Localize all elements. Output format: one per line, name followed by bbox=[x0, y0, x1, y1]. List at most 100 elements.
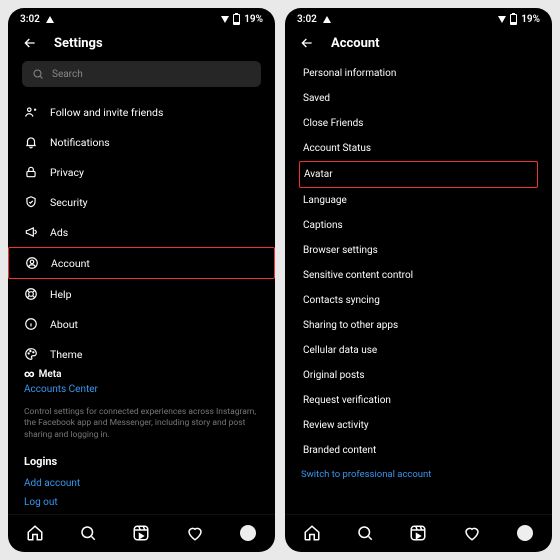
account-item-sensitive-content-control[interactable]: Sensitive content control bbox=[285, 263, 552, 288]
account-item-branded-content[interactable]: Branded content bbox=[285, 438, 552, 463]
battery-icon bbox=[233, 14, 240, 25]
item-label: Notifications bbox=[50, 136, 110, 149]
account-item-close-friends[interactable]: Close Friends bbox=[285, 111, 552, 136]
account-item-language[interactable]: Language bbox=[285, 188, 552, 213]
meta-logo: ∞Meta bbox=[24, 369, 259, 380]
account-item-avatar[interactable]: Avatar bbox=[299, 161, 538, 188]
account-item-cellular-data-use[interactable]: Cellular data use bbox=[285, 338, 552, 363]
shield-icon bbox=[24, 195, 38, 209]
header: Account bbox=[285, 29, 552, 61]
item-label: Review activity bbox=[303, 420, 369, 431]
item-label: Avatar bbox=[304, 169, 333, 180]
status-bar: 3:02 19% bbox=[285, 8, 552, 29]
search-placeholder: Search bbox=[52, 69, 83, 80]
back-icon[interactable] bbox=[22, 35, 38, 51]
item-label: Personal information bbox=[303, 68, 396, 79]
item-label: Saved bbox=[303, 93, 330, 104]
phone-account: 3:02 19% Account Personal information Sav… bbox=[285, 8, 552, 552]
bottom-nav bbox=[8, 514, 275, 552]
account-item-contacts-syncing[interactable]: Contacts syncing bbox=[285, 288, 552, 313]
activity-icon[interactable] bbox=[463, 524, 481, 542]
settings-item-about[interactable]: About bbox=[8, 309, 275, 339]
settings-item-account[interactable]: Account bbox=[8, 247, 275, 279]
account-list: Personal information Saved Close Friends Ac… bbox=[285, 61, 552, 514]
accounts-center-link[interactable]: Accounts Center bbox=[24, 380, 259, 399]
status-bar: 3:02 19% bbox=[8, 8, 275, 29]
signal-icon bbox=[498, 16, 506, 23]
item-label: Language bbox=[303, 195, 347, 206]
phone-settings: 3:02 19% Settings Search Follow and invi… bbox=[8, 8, 275, 552]
item-label: Cellular data use bbox=[303, 345, 377, 356]
status-time: 3:02 bbox=[20, 14, 40, 25]
accounts-center-desc: Control settings for connected experienc… bbox=[8, 405, 275, 449]
logins-header: Logins bbox=[8, 449, 275, 472]
status-time: 3:02 bbox=[297, 14, 317, 25]
palette-icon bbox=[24, 347, 38, 361]
item-label: Original posts bbox=[303, 370, 365, 381]
lifebuoy-icon bbox=[24, 287, 38, 301]
item-label: Account bbox=[51, 257, 90, 270]
header: Settings bbox=[8, 29, 275, 61]
battery-pct: 19% bbox=[521, 14, 540, 25]
settings-item-follow-and-invite-friends[interactable]: Follow and invite friends bbox=[8, 97, 275, 127]
person-plus-icon bbox=[24, 105, 38, 119]
account-item-request-verification[interactable]: Request verification bbox=[285, 388, 552, 413]
account-item-personal-information[interactable]: Personal information bbox=[285, 61, 552, 86]
settings-item-privacy[interactable]: Privacy bbox=[8, 157, 275, 187]
item-label: About bbox=[50, 318, 78, 331]
item-label: Help bbox=[50, 288, 72, 301]
reels-icon[interactable] bbox=[409, 524, 427, 542]
search-icon bbox=[32, 68, 44, 80]
search-input[interactable]: Search bbox=[22, 61, 261, 87]
item-label: Account Status bbox=[303, 143, 371, 154]
item-label: Captions bbox=[303, 220, 343, 231]
battery-pct: 19% bbox=[244, 14, 263, 25]
signal-icon bbox=[221, 16, 229, 23]
settings-list: Follow and invite friends Notifications Pr… bbox=[8, 97, 275, 514]
search-nav-icon[interactable] bbox=[79, 524, 97, 542]
page-title: Settings bbox=[54, 36, 103, 51]
item-label: Sharing to other apps bbox=[303, 320, 398, 331]
info-icon bbox=[24, 317, 38, 331]
account-item-review-activity[interactable]: Review activity bbox=[285, 413, 552, 438]
account-item-original-posts[interactable]: Original posts bbox=[285, 363, 552, 388]
reels-icon[interactable] bbox=[132, 524, 150, 542]
item-label: Close Friends bbox=[303, 118, 363, 129]
settings-item-theme[interactable]: Theme bbox=[8, 339, 275, 369]
battery-icon bbox=[510, 14, 517, 25]
item-label: Follow and invite friends bbox=[50, 106, 163, 119]
account-item-saved[interactable]: Saved bbox=[285, 86, 552, 111]
warning-icon bbox=[323, 16, 331, 23]
search-nav-icon[interactable] bbox=[356, 524, 374, 542]
item-label: Branded content bbox=[303, 445, 376, 456]
profile-icon[interactable] bbox=[516, 524, 534, 542]
item-label: Ads bbox=[50, 226, 68, 239]
activity-icon[interactable] bbox=[186, 524, 204, 542]
settings-item-security[interactable]: Security bbox=[8, 187, 275, 217]
item-label: Theme bbox=[50, 348, 82, 361]
home-icon[interactable] bbox=[26, 524, 44, 542]
account-item-browser-settings[interactable]: Browser settings bbox=[285, 238, 552, 263]
back-icon[interactable] bbox=[299, 35, 315, 51]
account-item-sharing-to-other-apps[interactable]: Sharing to other apps bbox=[285, 313, 552, 338]
lock-icon bbox=[24, 165, 38, 179]
item-label: Privacy bbox=[50, 166, 84, 179]
settings-item-ads[interactable]: Ads bbox=[8, 217, 275, 247]
bell-icon bbox=[24, 135, 38, 149]
log-out-link[interactable]: Log out bbox=[8, 495, 275, 514]
item-label: Browser settings bbox=[303, 245, 378, 256]
item-label: Security bbox=[50, 196, 88, 209]
switch-professional-link[interactable]: Switch to professional account bbox=[285, 463, 552, 486]
settings-item-notifications[interactable]: Notifications bbox=[8, 127, 275, 157]
warning-icon bbox=[46, 16, 54, 23]
account-item-captions[interactable]: Captions bbox=[285, 213, 552, 238]
item-label: Contacts syncing bbox=[303, 295, 380, 306]
home-icon[interactable] bbox=[303, 524, 321, 542]
account-item-account-status[interactable]: Account Status bbox=[285, 136, 552, 161]
megaphone-icon bbox=[24, 225, 38, 239]
profile-icon[interactable] bbox=[239, 524, 257, 542]
settings-item-help[interactable]: Help bbox=[8, 279, 275, 309]
item-label: Request verification bbox=[303, 395, 391, 406]
user-circle-icon bbox=[25, 256, 39, 270]
add-account-link[interactable]: Add account bbox=[8, 472, 275, 495]
